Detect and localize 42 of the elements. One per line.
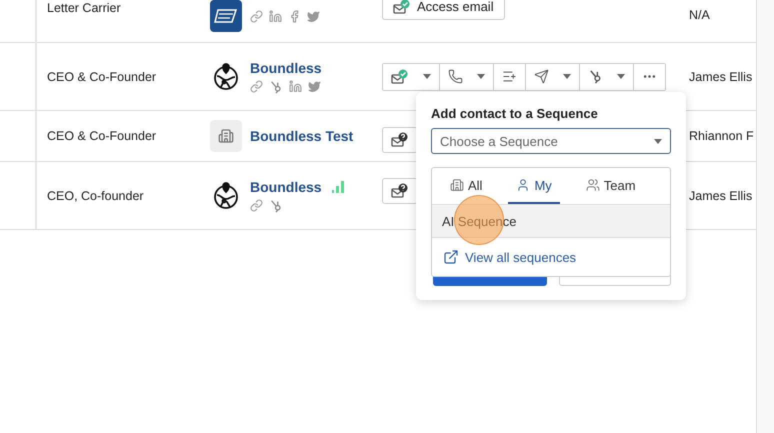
email-button[interactable]	[382, 178, 418, 204]
send-icon	[534, 69, 549, 84]
owner-name: N/A	[689, 8, 710, 22]
twitter-icon[interactable]	[307, 10, 320, 22]
caret-icon	[477, 74, 485, 79]
company-name[interactable]: Boundless	[250, 178, 322, 194]
owner-name: James Ellis	[689, 188, 752, 202]
access-email-button[interactable]: Access email	[382, 0, 505, 20]
filter-tab[interactable]: All	[442, 168, 490, 204]
link-icon[interactable]	[250, 80, 263, 93]
job-title: CEO, Co-founder	[47, 188, 144, 202]
external-link-icon	[443, 249, 459, 265]
link-icon[interactable]	[250, 10, 263, 22]
twitter-icon[interactable]	[308, 80, 321, 93]
caret-icon	[617, 74, 625, 79]
job-title: CEO & Co-Founder	[47, 70, 156, 84]
caret-icon	[563, 74, 571, 79]
user-icon	[516, 178, 530, 192]
hubspot-icon	[588, 69, 603, 84]
toolbar-button[interactable]	[383, 64, 440, 90]
phone-icon	[448, 69, 463, 84]
company-name[interactable]: Boundless	[250, 60, 322, 76]
caret-icon	[423, 74, 431, 79]
job-title: CEO & Co-Founder	[47, 129, 156, 143]
linkedin-icon[interactable]	[269, 10, 282, 22]
link-icon[interactable]	[250, 199, 263, 212]
linkedin-icon[interactable]	[289, 80, 302, 93]
add-to-list-icon	[502, 69, 517, 84]
caret-icon	[654, 139, 662, 144]
view-all-link[interactable]: View all sequences	[443, 249, 576, 265]
company-name[interactable]: Boundless Test	[250, 128, 354, 144]
users-icon	[586, 178, 600, 192]
verified-email-icon	[391, 68, 409, 84]
email-button[interactable]	[382, 127, 418, 153]
popover-title: Add contact to a Sequence	[431, 106, 599, 121]
owner-name: James Ellis	[689, 70, 752, 84]
building-icon	[450, 178, 464, 192]
sequence-select[interactable]: Choose a Sequence	[431, 128, 671, 154]
owner-name: Rhiannon F	[689, 129, 754, 143]
sequence-option[interactable]: AI Sequence	[432, 205, 670, 238]
job-title: Letter Carrier	[47, 1, 121, 15]
filter-tab[interactable]: Team	[578, 168, 644, 204]
